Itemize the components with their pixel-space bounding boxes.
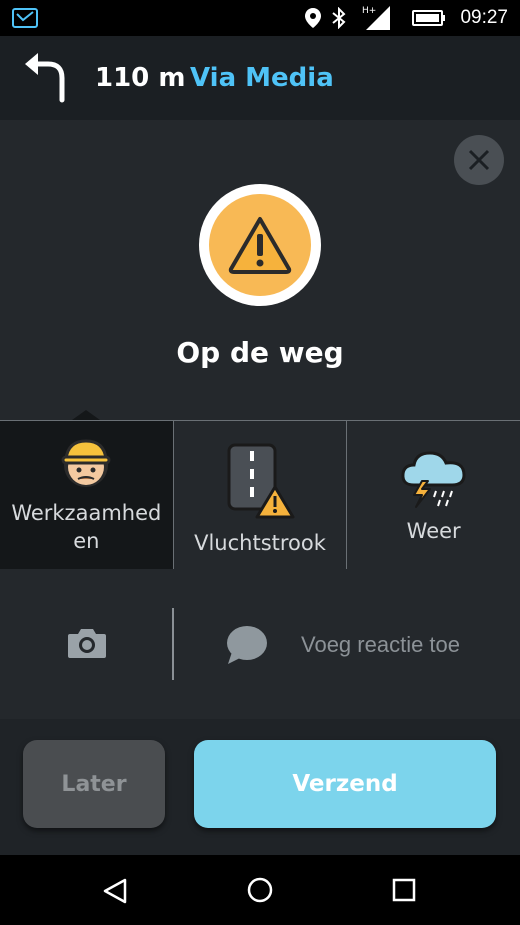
bluetooth-icon	[332, 7, 346, 29]
status-time: 09:27	[460, 7, 508, 28]
subcategory-vluchtstrook[interactable]: Vluchtstrook	[174, 421, 348, 569]
mail-icon	[12, 8, 38, 28]
home-icon[interactable]	[246, 876, 274, 904]
street-name: Via Media	[190, 63, 334, 93]
subcategory-list: Werkzaamhed en Vluchtstrook Weer	[0, 420, 520, 570]
hazard-warning-icon	[228, 217, 292, 274]
subcategory-werkzaamheden[interactable]: Werkzaamhed en	[0, 421, 174, 569]
speech-bubble-icon	[227, 626, 267, 664]
subcategory-weer[interactable]: Weer	[347, 421, 520, 569]
back-icon[interactable]	[102, 877, 128, 905]
report-category-badge	[199, 184, 321, 306]
send-button[interactable]: Verzend	[194, 740, 496, 828]
location-icon	[305, 8, 321, 28]
selection-pointer	[72, 410, 100, 420]
camera-icon[interactable]	[66, 626, 108, 660]
recents-icon[interactable]	[392, 878, 416, 902]
close-button[interactable]	[454, 135, 504, 185]
report-title: Op de weg	[176, 336, 344, 369]
status-bar: H+ 09:27	[0, 0, 520, 36]
subcategory-label: Vluchtstrook	[194, 531, 326, 555]
svg-text:H+: H+	[362, 6, 376, 16]
turn-left-icon	[25, 53, 65, 103]
road-shoulder-warning-icon	[227, 443, 295, 519]
thunderstorm-icon	[401, 451, 466, 508]
signal-icon: H+	[362, 6, 390, 30]
close-icon	[468, 149, 490, 171]
comment-divider	[172, 608, 174, 680]
later-button[interactable]: Later	[23, 740, 165, 828]
comment-input[interactable]: Voeg reactie toe	[301, 632, 460, 658]
subcategory-label: Werkzaamhed en	[11, 501, 162, 553]
navigation-bar: 110 m Via Media	[0, 36, 520, 120]
construction-worker-icon	[61, 439, 111, 487]
distance-to-turn: 110 m	[95, 63, 186, 93]
system-navigation-bar	[0, 855, 520, 925]
battery-icon	[412, 10, 445, 26]
subcategory-label: Weer	[406, 519, 461, 543]
